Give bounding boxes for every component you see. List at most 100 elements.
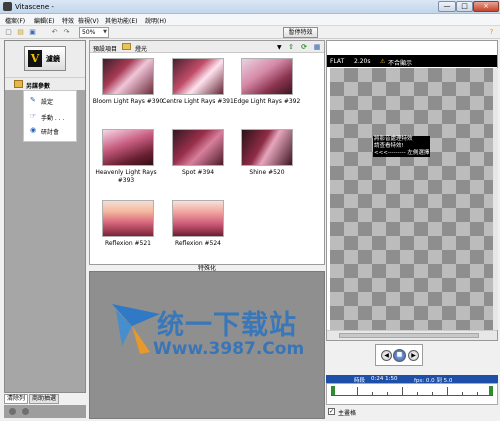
grid-view-icon[interactable]: ▦ (312, 42, 322, 52)
menu-other[interactable]: 其他功能(E) (105, 16, 137, 25)
preset-thumbnail[interactable] (241, 58, 293, 95)
preview-canvas[interactable]: 將影音處理特效 請查看特效! <<<--------- 左側選擇 (330, 68, 493, 330)
left-tabs: 清除列 商助抽選 (4, 393, 86, 405)
viewer-top (327, 41, 497, 55)
keyframe-label: 主畫格 (338, 410, 357, 417)
section-header: 另謀參數 (5, 77, 85, 90)
hint-text: 將影音處理特效 請查看特效! <<<--------- 左側選擇 (373, 136, 431, 157)
section-items: ✎ 設定 ☞ 手動 . . . ◉ 研討會 (23, 90, 77, 142)
preset-label: Bloom Light Rays #390 (92, 98, 164, 105)
logo-area: V 濾鏡 (5, 41, 85, 77)
preset-thumbnail[interactable] (172, 58, 224, 95)
close-button[interactable]: × (473, 1, 499, 12)
title-bar: Vitascene - — □ × (0, 0, 500, 14)
viewer-info-bar: FLAT 2.20s ⚠ 不合顯示 (327, 55, 497, 67)
new-icon[interactable]: ▢ (4, 28, 13, 37)
transport-bar: ◀ ■ ▶ (375, 344, 423, 366)
duration-label: 2.20s (354, 58, 371, 65)
preset-label: Reflexion #524 (174, 240, 222, 247)
menu-bar: 檔案(F) 編輯(E) 特效 檢視(V) 其他功能(E) 說明(H) (0, 14, 500, 26)
pause-effects-button[interactable]: 暫停特效 (283, 27, 318, 38)
prev-frame-button[interactable]: ◀ (381, 350, 392, 361)
menu-edit[interactable]: 編輯(E) (34, 16, 54, 25)
sidebar-item-label: 手動 . . . (41, 115, 65, 122)
chevron-down-icon: ▼ (103, 29, 107, 35)
sidebar-item-seminar[interactable]: ◉ 研討會 (30, 125, 76, 136)
filter-logo-label: 濾鏡 (46, 55, 60, 63)
preset-folder-select[interactable]: 燈光 (135, 44, 147, 53)
sidebar-item-manual[interactable]: ☞ 手動 . . . (30, 111, 76, 122)
checkbox-icon[interactable]: ✓ (328, 408, 335, 415)
zoom-select[interactable]: 50% ▼ (79, 27, 109, 38)
next-frame-button[interactable]: ▶ (408, 350, 419, 361)
ruler-tick (372, 392, 373, 396)
menu-file[interactable]: 檔案(F) (5, 16, 25, 25)
status-dot-icon (22, 408, 29, 415)
presets-panel: 預設項目 燈光 ▼ ⇧ ⟳ ▦ Bloom Light Rays #390 Ce… (89, 40, 325, 265)
sidebar-item-settings[interactable]: ✎ 設定 (30, 95, 76, 106)
menu-effects[interactable]: 特效 (62, 16, 74, 25)
keyframe-checkbox[interactable]: ✓ 主畫格 (328, 407, 388, 417)
section-title: 另謀參數 (26, 83, 51, 90)
globe-icon: ◉ (30, 126, 37, 134)
preset-label: Spot #394 (181, 169, 215, 176)
preset-thumbnail[interactable] (241, 129, 293, 166)
presets-label: 預設項目 (93, 46, 118, 53)
timeline-end-handle[interactable] (489, 386, 493, 395)
chevron-down-icon[interactable]: ▼ (277, 44, 282, 51)
effects-label: 特殊化 (197, 265, 216, 272)
ruler-line (331, 395, 493, 396)
undo-icon[interactable]: ↶ (50, 28, 59, 37)
horizontal-scrollbar[interactable] (327, 330, 497, 340)
folder-icon (14, 80, 23, 88)
scrollbar-thumb[interactable] (339, 333, 479, 338)
help-icon[interactable]: ? (487, 28, 496, 37)
preset-thumbnail[interactable] (172, 200, 224, 237)
menu-help[interactable]: 說明(H) (145, 16, 166, 25)
preset-label: Shine #520 (249, 169, 285, 176)
pencil-icon: ✎ (30, 96, 36, 104)
preset-label: Edge Light Rays #392 (233, 98, 301, 105)
status-dot-icon (9, 408, 16, 415)
sidebar-item-label: 研討會 (41, 129, 60, 136)
preset-thumbnail[interactable] (102, 129, 154, 166)
ruler-tick (387, 392, 388, 396)
minimize-button[interactable]: — (438, 1, 456, 12)
tab-assist[interactable]: 商助抽選 (29, 394, 60, 404)
preset-label: Reflexion #521 (104, 240, 152, 247)
open-icon[interactable]: ▤ (16, 28, 25, 37)
viewer-panel: FLAT 2.20s ⚠ 不合顯示 將影音處理特效 請查看特效! <<<----… (326, 40, 498, 341)
watermark-title: 统一下载站 (157, 310, 297, 341)
up-folder-icon[interactable]: ⇧ (286, 42, 296, 52)
stop-button[interactable]: ■ (393, 349, 406, 362)
preset-label: Centre Light Rays #391 (162, 98, 234, 105)
timeline-start-handle[interactable] (331, 386, 335, 395)
menu-view[interactable]: 檢視(V) (78, 16, 99, 25)
playback-controls: ◀ ■ ▶ (326, 341, 498, 375)
preset-label: Heavenly Light Rays #393 (95, 169, 157, 184)
maximize-button[interactable]: □ (456, 1, 473, 12)
presets-header: 預設項目 燈光 ▼ ⇧ ⟳ ▦ (90, 41, 324, 53)
ruler-tick (447, 387, 448, 396)
save-icon[interactable]: ▣ (28, 28, 37, 37)
vertical-scrollbar[interactable] (493, 68, 498, 330)
ruler-tick (477, 392, 478, 396)
preset-thumbnail[interactable] (102, 58, 154, 95)
timeline-info-bar: 時段 0:24 1:50 fps: 0.0 到 5.0 (326, 375, 498, 384)
vitascene-logo-icon: V (28, 50, 42, 67)
toolbar: ▢ ▤ ▣ ↶ ↷ 50% ▼ 暫停特效 ? (0, 26, 500, 39)
filter-logo-button[interactable]: V 濾鏡 (24, 46, 66, 71)
refresh-icon[interactable]: ⟳ (299, 42, 309, 52)
zoom-value: 50% (82, 29, 96, 36)
tab-clear-list[interactable]: 清除列 (4, 394, 29, 404)
app-icon (3, 2, 12, 11)
timeline-time: 0:24 1:50 (371, 376, 398, 382)
timeline-ruler[interactable] (326, 383, 498, 405)
ruler-tick (417, 392, 418, 396)
preset-thumbnail[interactable] (172, 129, 224, 166)
preset-thumbnail[interactable] (102, 200, 154, 237)
ruler-tick (462, 392, 463, 396)
window-title: Vitascene - (15, 3, 54, 11)
redo-icon[interactable]: ↷ (62, 28, 71, 37)
watermark-url: Www.3987.Com (153, 339, 305, 359)
